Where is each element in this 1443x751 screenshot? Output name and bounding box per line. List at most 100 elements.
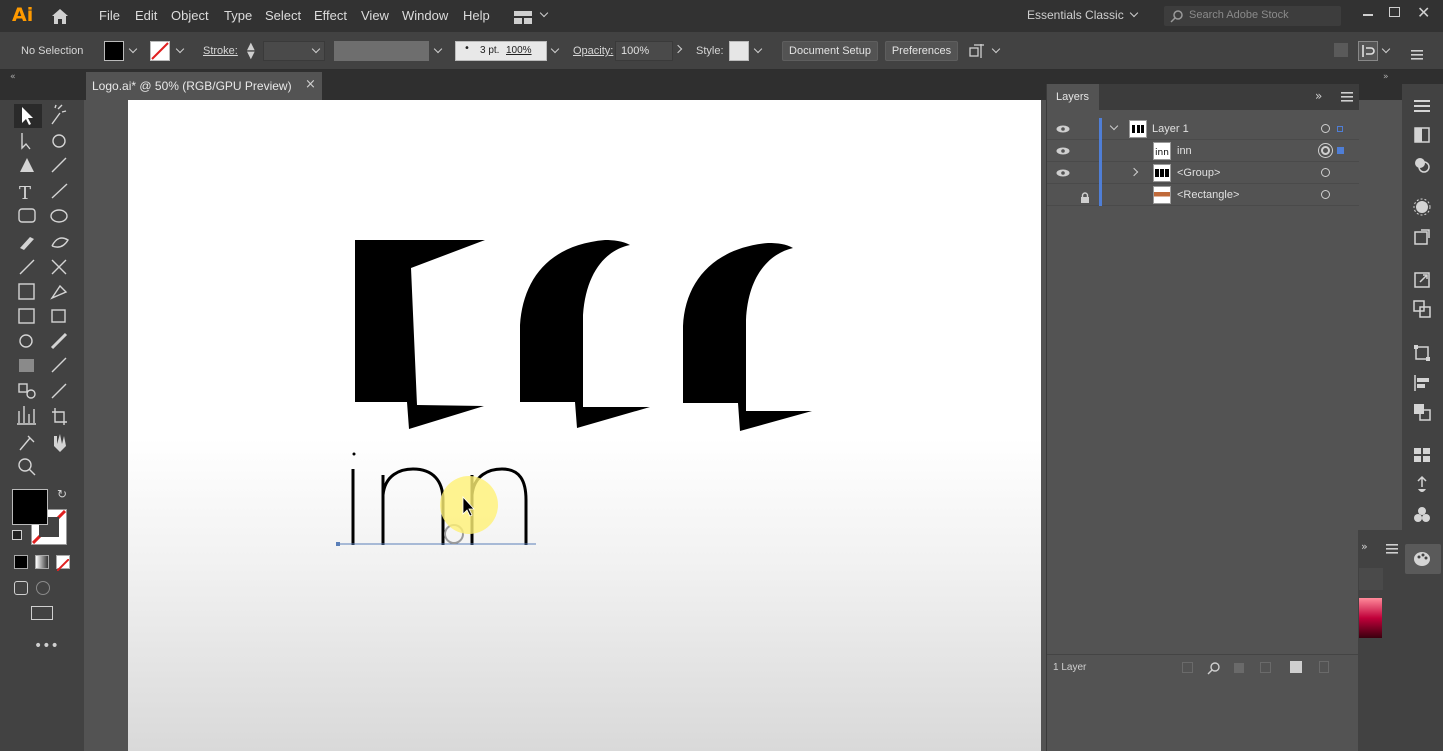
- layer-name[interactable]: inn: [1177, 145, 1192, 157]
- opacity-label[interactable]: Opacity:: [573, 45, 613, 57]
- collect-export-icon[interactable]: [1182, 662, 1193, 673]
- transform-icon[interactable]: [1358, 41, 1378, 61]
- artboard[interactable]: [128, 100, 1041, 751]
- draw-mode-icon[interactable]: [14, 581, 28, 595]
- chevron-down-icon[interactable]: [991, 44, 1001, 54]
- stock-search-input[interactable]: Search Adobe Stock: [1164, 6, 1341, 26]
- eye-icon[interactable]: [1056, 147, 1070, 155]
- asset-export-icon[interactable]: [1412, 227, 1432, 247]
- chevron-right-icon[interactable]: [673, 44, 683, 54]
- eyedropper-tool-icon[interactable]: [46, 355, 72, 377]
- pathfinder-icon[interactable]: [1412, 402, 1432, 422]
- rectangle-tool-icon[interactable]: [14, 205, 40, 227]
- opacity-field[interactable]: 100%: [615, 41, 673, 61]
- chevron-right-icon[interactable]: [1129, 167, 1139, 177]
- perspective-grid-tool-icon[interactable]: [14, 330, 40, 352]
- chevron-down-icon[interactable]: [175, 44, 185, 54]
- color-swatch-mini[interactable]: [1359, 568, 1383, 590]
- locate-object-icon[interactable]: [1207, 661, 1221, 675]
- menu-window[interactable]: Window: [402, 8, 448, 23]
- symbols-panel-icon[interactable]: [1412, 505, 1432, 525]
- lock-icon[interactable]: [1080, 189, 1090, 203]
- swap-fill-stroke-icon[interactable]: ↻: [57, 487, 67, 501]
- width-tool-icon[interactable]: [46, 280, 72, 302]
- panel-menu-icon[interactable]: [1386, 544, 1398, 554]
- logo-artwork[interactable]: [128, 100, 1041, 751]
- delete-layer-icon[interactable]: [1319, 661, 1329, 673]
- collapse-toolbar-icon[interactable]: «: [10, 72, 16, 82]
- expand-panels-icon[interactable]: »: [1361, 540, 1368, 553]
- align-panel-icon[interactable]: [1412, 373, 1432, 393]
- artboard-tool-icon[interactable]: [46, 405, 72, 427]
- scissors-tool-icon[interactable]: [46, 255, 72, 277]
- chevron-down-icon[interactable]: [1381, 44, 1391, 54]
- layer-row-rectangle[interactable]: <Rectangle>: [1047, 184, 1359, 206]
- zoom-tool-icon[interactable]: [14, 457, 40, 479]
- target-icon[interactable]: [1321, 146, 1330, 155]
- color-spectrum-bar[interactable]: [1359, 598, 1382, 638]
- brush-definition-field[interactable]: • 3 pt. 100%: [455, 41, 547, 61]
- swatches-icon[interactable]: [1412, 445, 1432, 465]
- selection-square-icon[interactable]: [1337, 147, 1344, 154]
- new-layer-icon[interactable]: [1290, 661, 1302, 673]
- gradient-tool-icon[interactable]: [14, 355, 40, 377]
- arrange-documents-icon[interactable]: [514, 9, 532, 24]
- arrange-icon[interactable]: [969, 43, 985, 59]
- gradient-panel-icon[interactable]: [1412, 125, 1432, 145]
- chevron-down-icon[interactable]: [753, 44, 763, 54]
- menu-object[interactable]: Object: [171, 8, 209, 23]
- symbol-sprayer-tool-icon[interactable]: [46, 380, 72, 402]
- appearance-icon[interactable]: [1412, 155, 1432, 175]
- panel-menu-icon[interactable]: [1411, 45, 1423, 60]
- target-icon[interactable]: [1321, 190, 1330, 199]
- mesh-tool-icon[interactable]: [46, 330, 72, 352]
- screen-mode-icon[interactable]: [31, 606, 53, 620]
- curvature-tool-icon[interactable]: [46, 155, 72, 177]
- edit-toolbar-icon[interactable]: •••: [34, 638, 59, 654]
- artboards-icon[interactable]: [1412, 299, 1432, 319]
- layers-tab[interactable]: Layers: [1047, 84, 1099, 110]
- menu-file[interactable]: File: [99, 8, 120, 23]
- chevron-down-icon[interactable]: [128, 44, 138, 54]
- blend-tool-icon[interactable]: [14, 380, 40, 402]
- menu-select[interactable]: Select: [265, 8, 301, 23]
- menu-type[interactable]: Type: [224, 8, 252, 23]
- create-sublayer-icon[interactable]: [1260, 662, 1271, 673]
- type-tool-icon[interactable]: [14, 180, 40, 202]
- column-graph-tool-icon[interactable]: [14, 405, 40, 427]
- export-icon[interactable]: [1412, 270, 1432, 290]
- pencil-tool-icon[interactable]: [14, 255, 40, 277]
- shaper-tool-icon[interactable]: [46, 230, 72, 252]
- layer-name[interactable]: Layer 1: [1152, 123, 1189, 135]
- stroke-swatch-none-icon[interactable]: [150, 41, 170, 61]
- chevron-down-icon[interactable]: [539, 8, 549, 18]
- menu-effect[interactable]: Effect: [314, 8, 347, 23]
- stroke-stepper-icon[interactable]: ▲ ▼: [247, 42, 255, 61]
- layer-row-inn[interactable]: inn inn: [1047, 140, 1359, 162]
- chevron-down-icon[interactable]: [1129, 8, 1139, 18]
- properties-icon[interactable]: [1412, 96, 1432, 116]
- graphic-style-swatch[interactable]: [729, 41, 749, 61]
- transform-panel-icon[interactable]: [1412, 343, 1432, 363]
- chevron-down-icon[interactable]: [550, 44, 560, 54]
- collapse-panel-icon[interactable]: »: [1315, 89, 1322, 103]
- eye-icon[interactable]: [1056, 125, 1070, 133]
- preferences-button[interactable]: Preferences: [885, 41, 958, 61]
- menu-help[interactable]: Help: [463, 8, 490, 23]
- pen-tool-icon[interactable]: [14, 155, 40, 177]
- layer-name[interactable]: <Group>: [1177, 167, 1220, 179]
- gradient-mode-icon[interactable]: [35, 555, 49, 569]
- layer-row-group[interactable]: <Group>: [1047, 162, 1359, 184]
- document-tab[interactable]: Logo.ai* @ 50% (RGB/GPU Preview) ×: [86, 72, 322, 100]
- lasso-tool-icon[interactable]: [46, 130, 72, 152]
- chevron-down-icon[interactable]: [433, 44, 443, 54]
- layers-panel-menu-icon[interactable]: [1341, 92, 1353, 102]
- rotate-tool-icon[interactable]: [14, 280, 40, 302]
- minimize-icon[interactable]: [1363, 14, 1373, 16]
- menu-edit[interactable]: Edit: [135, 8, 157, 23]
- collapse-panels-icon[interactable]: »: [1383, 72, 1389, 82]
- workspace-switcher[interactable]: Essentials Classic: [1027, 8, 1124, 22]
- document-setup-button[interactable]: Document Setup: [782, 41, 878, 61]
- menu-view[interactable]: View: [361, 8, 389, 23]
- free-transform-tool-icon[interactable]: [14, 305, 40, 327]
